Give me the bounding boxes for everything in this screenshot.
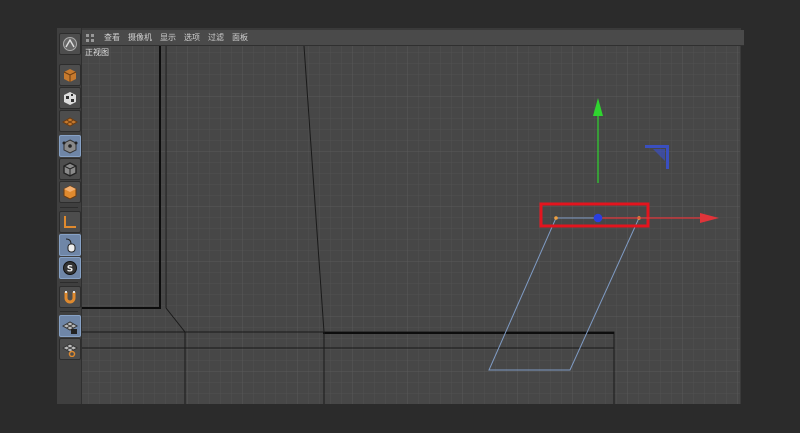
viewport-canvas[interactable] [82,46,740,404]
menu-panel[interactable]: 面板 [232,32,248,43]
lock-workplane-icon[interactable] [59,315,81,337]
snap-magnet-icon[interactable] [59,286,81,308]
panel-grip-icon[interactable] [86,33,94,42]
svg-text:S: S [67,265,73,275]
menu-filter[interactable]: 过滤 [208,32,224,43]
workplane-mode-icon[interactable] [59,110,81,132]
planar-workplane-icon[interactable] [59,338,81,360]
viewport-label: 正视图 [85,48,109,57]
menu-options[interactable]: 选项 [184,32,200,43]
edges-mode-icon[interactable] [59,158,81,180]
front-viewport[interactable]: 正视图 [82,46,740,404]
polygon-point[interactable] [554,216,558,220]
points-mode-icon[interactable] [59,135,81,157]
gizmo-center-handle[interactable] [593,213,603,223]
editor-window: S 查看 摄像机 显示 选项 过滤 面板 正视图 [57,28,744,404]
menu-view[interactable]: 查看 [104,32,120,43]
menu-camera[interactable]: 摄像机 [128,32,152,43]
model-mode-cube-icon[interactable] [59,64,81,86]
texture-mode-icon[interactable] [59,87,81,109]
solo-mode-icon[interactable]: S [59,257,81,279]
left-toolbar: S [57,28,82,404]
axis-mode-icon[interactable] [59,211,81,233]
polygons-mode-icon[interactable] [59,181,81,203]
viewport-menu-bar: 查看 摄像机 显示 选项 过滤 面板 [82,30,744,46]
menu-display[interactable]: 显示 [160,32,176,43]
cinema4d-logo-icon[interactable] [59,33,81,55]
tweak-mode-icon[interactable] [59,234,81,256]
